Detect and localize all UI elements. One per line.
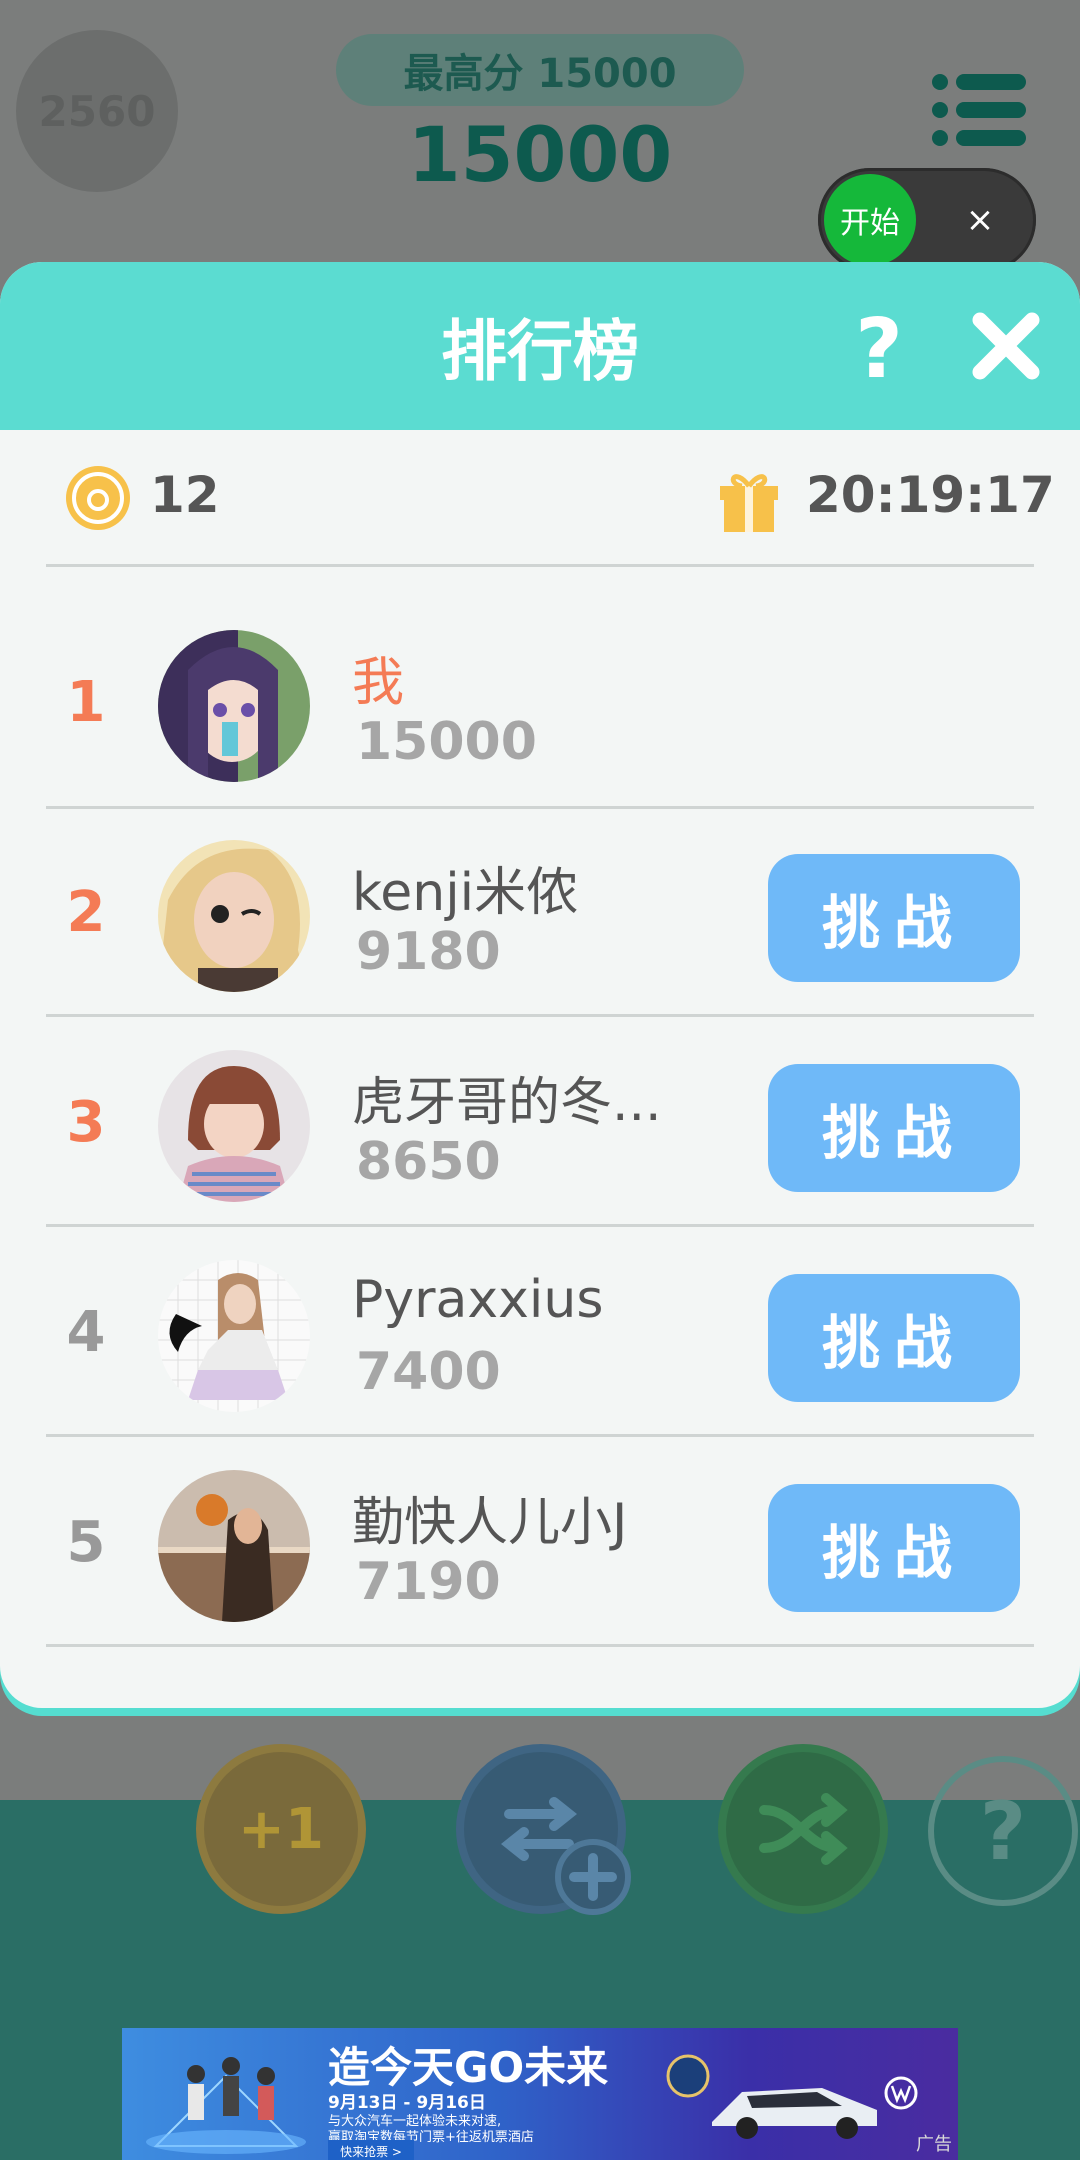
player-score: 7190 [356, 1552, 501, 1612]
plus-one-label: +1 [238, 1796, 324, 1862]
player-avatar [158, 1470, 310, 1622]
shuffle-icon [759, 1793, 848, 1865]
leaderboard-dialog: 排行榜 ? 12 20:19:17 1 我 15000 2 kenji米侬 91… [0, 262, 1080, 1708]
ad-label: 广告 [916, 2134, 952, 2155]
add-plus-icon [555, 1839, 631, 1915]
ad-banner[interactable]: 造今天GO未来 9月13日 - 9月16日 与大众汽车一起体验未来对速, 赢取淘… [122, 2028, 958, 2160]
leaderboard-row: 2 kenji米侬 9180 挑战 [0, 816, 1080, 1024]
gift-countdown: 20:19:17 [806, 466, 1055, 524]
leaderboard-row: 3 虎牙哥的冬... 8650 挑战 [0, 1026, 1080, 1234]
current-score: 15000 [407, 110, 673, 199]
coin-icon [66, 466, 130, 530]
divider [46, 1014, 1034, 1017]
challenge-button[interactable]: 挑战 [768, 854, 1020, 982]
level-badge: 2560 [16, 30, 178, 192]
player-avatar [158, 1260, 310, 1412]
shuffle-powerup-button[interactable] [718, 1744, 888, 1914]
divider [46, 806, 1034, 809]
ad-cta-button[interactable]: 快来抢票 > [328, 2140, 414, 2160]
challenge-button[interactable]: 挑战 [768, 1274, 1020, 1402]
player-name: 勤快人儿小J [352, 1493, 628, 1553]
player-avatar [158, 1050, 310, 1202]
player-name: Pyraxxius [352, 1270, 604, 1330]
close-icon[interactable] [968, 308, 1044, 384]
player-name: kenji米侬 [352, 863, 579, 923]
divider [46, 564, 1034, 567]
player-avatar [158, 630, 310, 782]
player-name: 我 [352, 653, 405, 713]
challenge-button[interactable]: 挑战 [768, 1064, 1020, 1192]
rank-number: 4 [66, 1300, 106, 1365]
start-button[interactable]: 开始 [824, 174, 916, 266]
close-widget-icon[interactable]: × [950, 190, 1010, 250]
player-score: 15000 [356, 712, 537, 772]
challenge-button[interactable]: 挑战 [768, 1484, 1020, 1612]
player-avatar [158, 840, 310, 992]
plus-one-powerup-button[interactable]: +1 [196, 1744, 366, 1914]
gift-icon[interactable] [712, 460, 786, 534]
powerup-help-button[interactable]: ? [928, 1756, 1078, 1906]
ad-people-illustration [146, 2057, 306, 2154]
leaderboard-row: 4 Pyraxxius 7400 挑战 [0, 1236, 1080, 1444]
rank-number: 2 [66, 880, 106, 945]
coin-count: 12 [150, 466, 220, 524]
rank-number: 3 [66, 1090, 106, 1155]
vw-logo-icon [884, 2076, 918, 2110]
divider [46, 1224, 1034, 1227]
player-score: 7400 [356, 1342, 501, 1402]
best-score-pill: 最高分 15000 [336, 34, 744, 106]
rank-number: 1 [66, 670, 106, 735]
help-button[interactable]: ? [842, 302, 916, 397]
player-score: 8650 [356, 1132, 501, 1192]
dialog-title: 排行榜 [441, 313, 639, 390]
leaderboard-row: 5 勤快人儿小J 7190 挑战 [0, 1446, 1080, 1654]
rank-number: 5 [66, 1510, 106, 1575]
leaderboard-row: 1 我 15000 [0, 606, 1080, 814]
divider [46, 1644, 1034, 1647]
player-name: 虎牙哥的冬... [352, 1073, 662, 1133]
menu-icon[interactable] [930, 70, 1030, 150]
ad-car-illustration [666, 2054, 877, 2139]
player-score: 9180 [356, 922, 501, 982]
ad-title: 造今天GO未来 [328, 2043, 609, 2092]
divider [46, 1434, 1034, 1437]
